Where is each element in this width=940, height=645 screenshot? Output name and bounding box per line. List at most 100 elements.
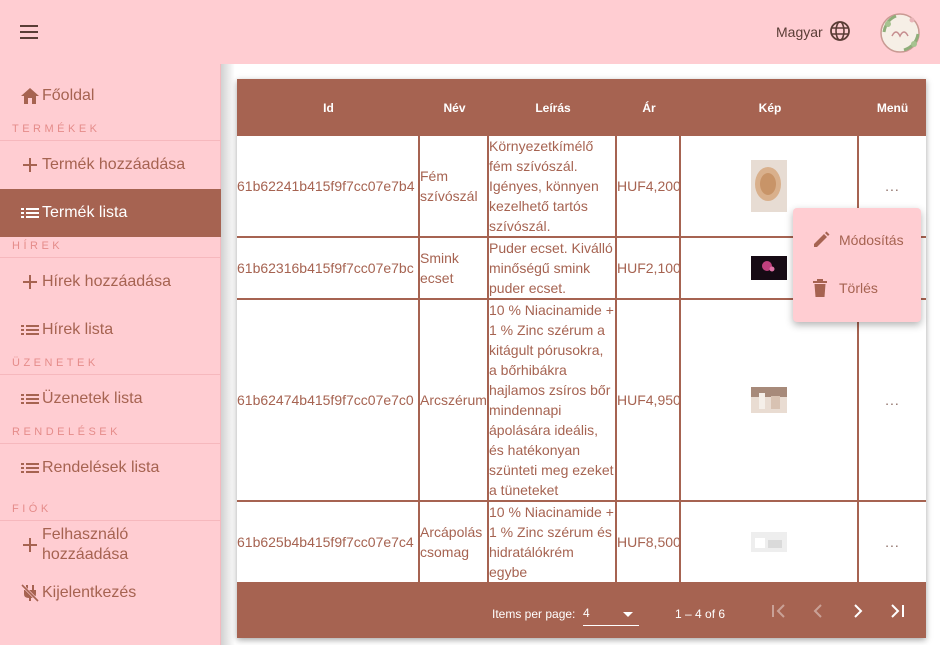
cell-description: 10 % Niacinamide + 1 % Zinc szérum a kit… — [489, 300, 617, 500]
text-line: csomag — [420, 544, 470, 560]
row-menu-button[interactable]: ... — [885, 532, 900, 552]
section-label-messages: ÜZENETEK — [12, 357, 99, 369]
cell-name: Arcszérum — [420, 300, 489, 500]
items-per-page-value: 4 — [583, 606, 590, 620]
delete-menu-item[interactable]: Törlés — [793, 264, 921, 312]
menu-icon[interactable] — [14, 18, 44, 46]
sidebar-item-logout[interactable]: Kijelentkezés — [0, 569, 221, 617]
language-label: Magyar — [776, 24, 823, 40]
sidebar-item-label: Rendelések lista — [42, 459, 160, 476]
cell-image — [681, 502, 859, 582]
product-thumbnail[interactable] — [751, 256, 787, 280]
pencil-icon — [811, 230, 833, 250]
page-range-label: 1 – 4 of 6 — [675, 607, 726, 621]
sidebar-item-add-news[interactable]: Hírek hozzáadása — [0, 258, 221, 306]
edit-label: Módosítás — [839, 232, 904, 248]
column-header-menu: Menü — [876, 100, 909, 115]
text-line: a tüneteket — [489, 482, 559, 498]
text-line: Igényes, könnyen — [489, 178, 599, 194]
list-icon — [20, 460, 40, 476]
paginator: Items per page: 4 1 – 4 of 6 — [237, 582, 926, 638]
sidebar-item-home[interactable]: Főoldal — [0, 84, 221, 108]
cell-price: HUF4,950 — [617, 300, 681, 500]
text-line: Fém — [420, 168, 448, 184]
sidebar-item-product-list[interactable]: Termék lista — [0, 189, 221, 237]
row-context-menu: Módosítás Törlés — [793, 208, 921, 322]
section-label-orders: RENDELÉSEK — [12, 426, 121, 438]
sidebar-item-label: Termék lista — [42, 204, 128, 221]
cell-menu: ... — [859, 502, 926, 582]
top-toolbar: Magyar — [0, 0, 940, 64]
chevron-down-icon — [623, 612, 633, 617]
column-header-id[interactable]: Id — [237, 79, 420, 136]
prev-page-icon[interactable] — [805, 598, 831, 624]
product-thumbnail[interactable] — [751, 387, 787, 413]
sidebar-item-label: Kijelentkezés — [42, 584, 137, 601]
text-line: Környezetkímélő — [489, 138, 594, 154]
sidebar-item-add-product[interactable]: Termék hozzáadása — [0, 141, 221, 189]
language-switcher[interactable]: Magyar — [776, 20, 851, 44]
table-row[interactable]: 61b62474b415f9f7cc07e7c0 Arcszérum 10 % … — [237, 300, 926, 502]
edit-menu-item[interactable]: Módosítás — [793, 216, 921, 264]
column-header-description[interactable]: Leírás — [489, 79, 617, 136]
text-line: 1 % Zinc szérum a — [489, 322, 605, 338]
cell-id: 61b62316b415f9f7cc07e7bc — [237, 238, 420, 298]
cell-price: HUF2,100 — [617, 238, 681, 298]
last-page-icon[interactable] — [885, 598, 911, 624]
cell-menu: ... — [859, 300, 926, 500]
logo-avatar[interactable] — [876, 10, 924, 56]
home-icon — [20, 87, 40, 105]
table-row[interactable]: 61b625b4b415f9f7cc07e7c4 Arcápolás csoma… — [237, 502, 926, 582]
cell-id: 61b62474b415f9f7cc07e7c0 — [237, 300, 420, 500]
items-per-page-select[interactable]: 4 — [583, 604, 639, 626]
text-line: ápolására ideális, — [489, 422, 598, 438]
column-header-image[interactable]: Kép — [681, 79, 859, 136]
sidebar-shadow — [221, 64, 235, 645]
text-line: ecset — [420, 270, 454, 286]
sidebar-item-news-list[interactable]: Hírek lista — [0, 306, 221, 354]
list-icon — [20, 391, 40, 407]
text-line: szívószál — [420, 188, 478, 204]
products-table-card: Id Név Leírás Ár Kép Menü 61b62241b415f9… — [237, 79, 926, 638]
section-label-products: TERMÉKEK — [12, 123, 101, 135]
delete-label: Törlés — [839, 280, 878, 296]
sidebar-item-label: Felhasználó hozzáadása — [42, 525, 128, 565]
text-line: szünteti meg ezeket — [489, 462, 614, 478]
column-header-price[interactable]: Ár — [617, 79, 681, 136]
cell-price: HUF8,500 — [617, 502, 681, 582]
next-page-icon[interactable] — [845, 598, 871, 624]
product-thumbnail[interactable] — [751, 532, 787, 552]
row-menu-button[interactable]: ... — [885, 176, 900, 196]
cell-description: Környezetkímélő fém szívószál. Igényes, … — [489, 136, 617, 236]
cell-id: 61b625b4b415f9f7cc07e7c4 — [237, 502, 420, 582]
items-per-page-label: Items per page: — [492, 607, 576, 621]
text-line: fém szívószál. — [489, 158, 578, 174]
cell-image — [681, 300, 859, 500]
text-line: mindennapi — [489, 402, 562, 418]
sidebar-item-label: Termék hozzáadása — [42, 156, 186, 173]
cell-id: 61b62241b415f9f7cc07e7b4 — [237, 136, 420, 236]
text-line: minőségű smink — [489, 260, 591, 276]
sidebar-item-label: Főoldal — [42, 87, 95, 104]
text-line: Puder ecset. Kiválló — [489, 240, 613, 256]
product-thumbnail[interactable] — [751, 160, 787, 212]
row-menu-button[interactable]: ... — [885, 390, 900, 410]
text-line: puder ecset. — [489, 280, 567, 296]
no-power-icon — [20, 583, 40, 603]
column-header-name[interactable]: Név — [420, 79, 489, 136]
sidebar-item-label: Hírek hozzáadása — [42, 273, 171, 290]
section-label-account: FIÓK — [12, 503, 52, 515]
text-line: kitágult pórusokra, — [489, 342, 604, 358]
text-line: 10 % Niacinamide + — [489, 504, 614, 520]
sidebar-item-add-user[interactable]: Felhasználó hozzáadása — [0, 521, 221, 569]
section-label-news: HÍREK — [12, 240, 64, 252]
sidebar-item-messages-list[interactable]: Üzenetek lista — [0, 375, 221, 423]
trash-icon — [811, 278, 833, 298]
text-line: hidratálókrém — [489, 544, 574, 560]
label-line: hozzáadása — [42, 546, 129, 563]
text-line: 10 % Niacinamide + — [489, 302, 614, 318]
text-line: a bőrhibákra — [489, 362, 567, 378]
first-page-icon[interactable] — [765, 598, 791, 624]
sidebar-item-orders-list[interactable]: Rendelések lista — [0, 444, 221, 492]
sidebar-item-label: Üzenetek lista — [42, 390, 143, 407]
